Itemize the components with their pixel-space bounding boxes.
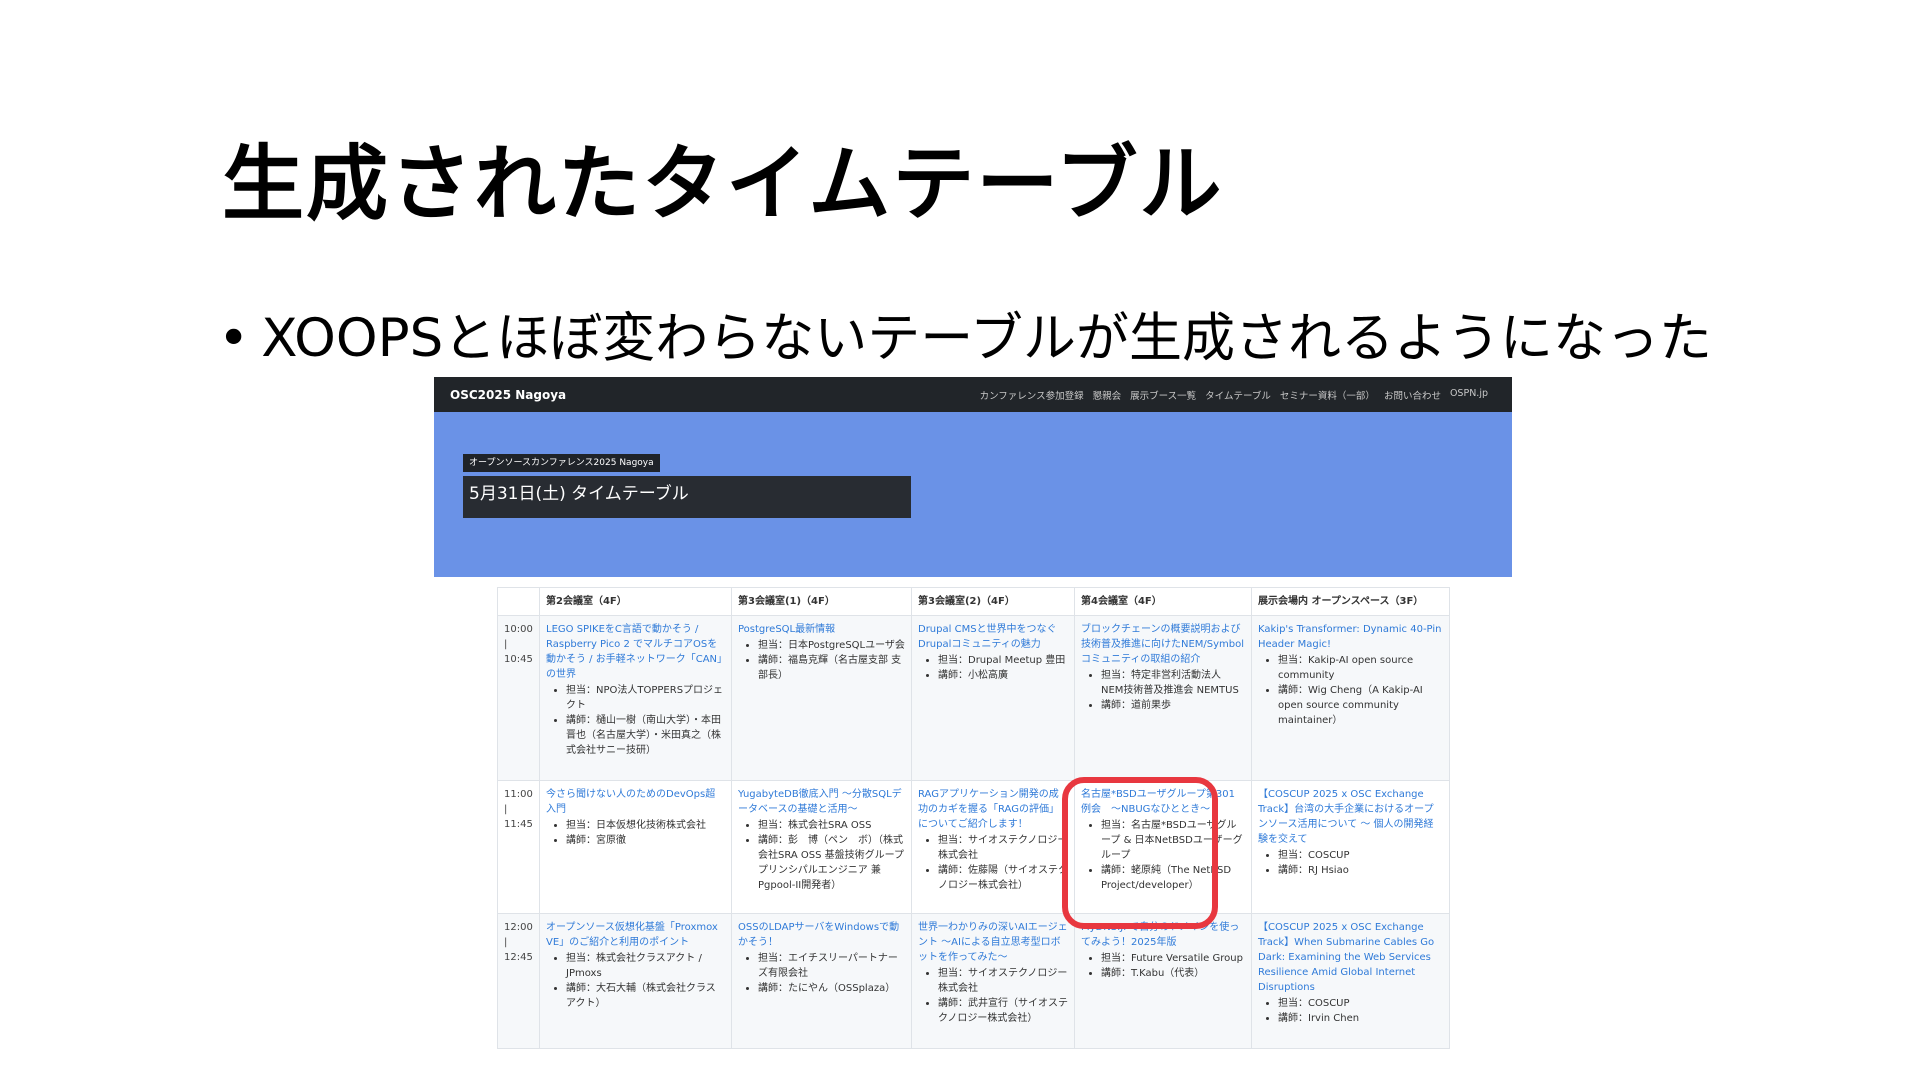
time-separator: | xyxy=(504,937,508,948)
session-detail: 講師：小松高廣 xyxy=(938,668,1068,683)
timetable-header-row: 第2会議室（4F） 第3会議室(1)（4F） 第3会議室(2)（4F） 第4会議… xyxy=(497,587,1450,616)
highlight-annotation-box xyxy=(1062,777,1218,929)
session-cell: MyDNS.JPで自分のドメインを使ってみよう！2025年版 担当：Future… xyxy=(1074,913,1252,1049)
session-detail: 講師：佐藤陽（サイオステクノロジー株式会社） xyxy=(938,863,1068,893)
session-cell: Drupal CMSと世界中をつなぐDrupalコミュニティの魅力 担当：Dru… xyxy=(911,615,1075,781)
nav-link-timetable[interactable]: タイムテーブル xyxy=(1205,388,1271,402)
session-cell: PostgreSQL最新情報 担当：日本PostgreSQLユーザ会講師：福島克… xyxy=(731,615,912,781)
session-detail: 担当：サイオステクノロジー株式会社 xyxy=(938,833,1068,863)
session-detail: 講師：道前果歩 xyxy=(1101,698,1245,713)
session-title-link[interactable]: 今さら聞けない人のためのDevOps超入門 xyxy=(546,787,725,817)
session-title-link[interactable]: Kakip's Transformer: Dynamic 40-Pin Head… xyxy=(1258,622,1443,652)
session-cell: 今さら聞けない人のためのDevOps超入門 担当：日本仮想化技術株式会社講師：宮… xyxy=(539,780,732,914)
session-detail: 講師：宮原徹 xyxy=(566,833,725,848)
site-brand[interactable]: OSC2025 Nagoya xyxy=(450,388,566,402)
table-row: 11:00 | 11:45 今さら聞けない人のためのDevOps超入門 担当：日… xyxy=(497,780,1450,914)
session-title-link[interactable]: 世界一わかりみの深いAIエージェント 〜AIによる自立思考型ロボットを作ってみた… xyxy=(918,920,1068,965)
nav-link-registration[interactable]: カンファレンス参加登録 xyxy=(980,388,1084,402)
session-title-link[interactable]: PostgreSQL最新情報 xyxy=(738,622,905,637)
nav-link-ospn[interactable]: OSPN.jp xyxy=(1450,388,1488,402)
start-time: 10:00 xyxy=(504,624,533,635)
session-cell: Kakip's Transformer: Dynamic 40-Pin Head… xyxy=(1251,615,1450,781)
room-header: 第4会議室（4F） xyxy=(1074,587,1252,616)
room-header: 第2会議室（4F） xyxy=(539,587,732,616)
time-slot: 11:00 | 11:45 xyxy=(497,780,540,914)
page-heading: 5月31日(土) タイムテーブル xyxy=(463,476,911,518)
session-title-link[interactable]: YugabyteDB徹底入門 〜分散SQLデータベースの基礎と活用〜 xyxy=(738,787,905,817)
table-row: 10:00 | 10:45 LEGO SPIKEをC言語で動かそう / Rasp… xyxy=(497,615,1450,781)
nav-link-contact[interactable]: お問い合わせ xyxy=(1384,388,1441,402)
table-row: 12:00 | 12:45 オープンソース仮想化基盤「Proxmox VE」のご… xyxy=(497,913,1450,1049)
end-time: 11:45 xyxy=(504,819,533,830)
bullet-text: XOOPSとほぼ変わらないテーブルが生成されるようになった xyxy=(261,308,1713,369)
time-separator: | xyxy=(504,804,508,815)
website-screenshot: OSC2025 Nagoya カンファレンス参加登録 懇親会 展示ブース一覧 タ… xyxy=(434,377,1512,1080)
nav-links: カンファレンス参加登録 懇親会 展示ブース一覧 タイムテーブル セミナー資料（一… xyxy=(980,388,1488,402)
session-title-link[interactable]: 【COSCUP 2025 x OSC Exchange Track】When S… xyxy=(1258,920,1443,995)
session-detail: 担当：COSCUP xyxy=(1278,996,1443,1011)
session-cell: 【COSCUP 2025 x OSC Exchange Track】台湾の大手企… xyxy=(1251,780,1450,914)
session-detail: 担当：日本仮想化技術株式会社 xyxy=(566,818,725,833)
end-time: 12:45 xyxy=(504,952,533,963)
session-detail: 担当：特定非営利活動法人 NEM技術普及推進会 NEMTUS xyxy=(1101,668,1245,698)
time-slot: 10:00 | 10:45 xyxy=(497,615,540,781)
session-detail: 講師：大石大輔（株式会社クラスアクト） xyxy=(566,981,725,1011)
session-detail: 講師：樋山一樹（南山大学）・本田晋也（名古屋大学）・米田真之（株式会社サニー技研… xyxy=(566,713,725,758)
session-detail: 担当：サイオステクノロジー株式会社 xyxy=(938,966,1068,996)
session-cell: RAGアプリケーション開発の成功のカギを握る「RAGの評価」についてご紹介します… xyxy=(911,780,1075,914)
session-detail: 講師：T.Kabu（代表） xyxy=(1101,966,1245,981)
session-cell: ブロックチェーンの概要説明および技術普及推進に向けたNEM/Symbolコミュニ… xyxy=(1074,615,1252,781)
nav-link-seminar-materials[interactable]: セミナー資料（一部） xyxy=(1280,388,1375,402)
bullet-dot: • xyxy=(218,308,250,369)
session-detail: 講師：福島克輝（名古屋支部 支部長） xyxy=(758,653,905,683)
session-title-link[interactable]: ブロックチェーンの概要説明および技術普及推進に向けたNEM/Symbolコミュニ… xyxy=(1081,622,1245,667)
event-badge: オープンソースカンファレンス2025 Nagoya xyxy=(463,454,660,472)
slide-title: 生成されたタイムテーブル xyxy=(222,137,1224,232)
session-cell: OSSのLDAPサーバをWindowsで動かそう！ 担当：エイチスリーパートナー… xyxy=(731,913,912,1049)
slide-bullet: • XOOPSとほぼ変わらないテーブルが生成されるようになった xyxy=(218,308,1713,369)
time-header xyxy=(497,587,540,616)
start-time: 11:00 xyxy=(504,789,533,800)
session-detail: 担当：株式会社SRA OSS xyxy=(758,818,905,833)
nav-link-booths[interactable]: 展示ブース一覧 xyxy=(1130,388,1196,402)
session-detail: 担当：COSCUP xyxy=(1278,848,1443,863)
session-detail: 担当：NPO法人TOPPERSプロジェクト xyxy=(566,683,725,713)
room-header: 展示会場内 オープンスペース（3F） xyxy=(1251,587,1450,616)
session-detail: 担当：日本PostgreSQLユーザ会 xyxy=(758,638,905,653)
session-title-link[interactable]: LEGO SPIKEをC言語で動かそう / Raspberry Pico 2 で… xyxy=(546,622,725,682)
session-detail: 担当：Kakip-AI open source community xyxy=(1278,653,1443,683)
session-title-link[interactable]: OSSのLDAPサーバをWindowsで動かそう！ xyxy=(738,920,905,950)
session-detail: 講師：Irvin Chen xyxy=(1278,1011,1443,1026)
session-detail: 講師：RJ Hsiao xyxy=(1278,863,1443,878)
start-time: 12:00 xyxy=(504,922,533,933)
end-time: 10:45 xyxy=(504,654,533,665)
session-detail: 担当：Future Versatile Group xyxy=(1101,951,1245,966)
session-title-link[interactable]: Drupal CMSと世界中をつなぐDrupalコミュニティの魅力 xyxy=(918,622,1068,652)
room-header: 第3会議室(1)（4F） xyxy=(731,587,912,616)
timetable: 第2会議室（4F） 第3会議室(1)（4F） 第3会議室(2)（4F） 第4会議… xyxy=(497,587,1450,1049)
session-detail: 担当：エイチスリーパートナーズ有限会社 xyxy=(758,951,905,981)
navbar: OSC2025 Nagoya カンファレンス参加登録 懇親会 展示ブース一覧 タ… xyxy=(434,377,1512,412)
session-cell: LEGO SPIKEをC言語で動かそう / Raspberry Pico 2 で… xyxy=(539,615,732,781)
nav-link-party[interactable]: 懇親会 xyxy=(1093,388,1122,402)
session-cell: 世界一わかりみの深いAIエージェント 〜AIによる自立思考型ロボットを作ってみた… xyxy=(911,913,1075,1049)
session-title-link[interactable]: オープンソース仮想化基盤「Proxmox VE」のご紹介と利用のポイント xyxy=(546,920,725,950)
session-detail: 講師：武井宣行（サイオステクノロジー株式会社） xyxy=(938,996,1068,1026)
session-detail: 担当：Drupal Meetup 豊田 xyxy=(938,653,1068,668)
session-detail: 講師：彭 博（ペン ボ）（株式会社SRA OSS 基盤技術グループ プリンシパル… xyxy=(758,833,914,893)
time-slot: 12:00 | 12:45 xyxy=(497,913,540,1049)
session-cell: オープンソース仮想化基盤「Proxmox VE」のご紹介と利用のポイント 担当：… xyxy=(539,913,732,1049)
session-title-link[interactable]: RAGアプリケーション開発の成功のカギを握る「RAGの評価」についてご紹介します… xyxy=(918,787,1068,832)
session-title-link[interactable]: 【COSCUP 2025 x OSC Exchange Track】台湾の大手企… xyxy=(1258,787,1443,847)
hero-banner: オープンソースカンファレンス2025 Nagoya 5月31日(土) タイムテー… xyxy=(434,412,1512,577)
session-detail: 講師：Wig Cheng（A Kakip-AI open source comm… xyxy=(1278,683,1443,728)
session-detail: 講師：たにやん（OSSplaza） xyxy=(758,981,905,996)
time-separator: | xyxy=(504,639,508,650)
room-header: 第3会議室(2)（4F） xyxy=(911,587,1075,616)
session-cell: 【COSCUP 2025 x OSC Exchange Track】When S… xyxy=(1251,913,1450,1049)
session-cell: YugabyteDB徹底入門 〜分散SQLデータベースの基礎と活用〜 担当：株式… xyxy=(731,780,914,914)
session-detail: 担当：株式会社クラスアクト / JPmoxs xyxy=(566,951,725,981)
